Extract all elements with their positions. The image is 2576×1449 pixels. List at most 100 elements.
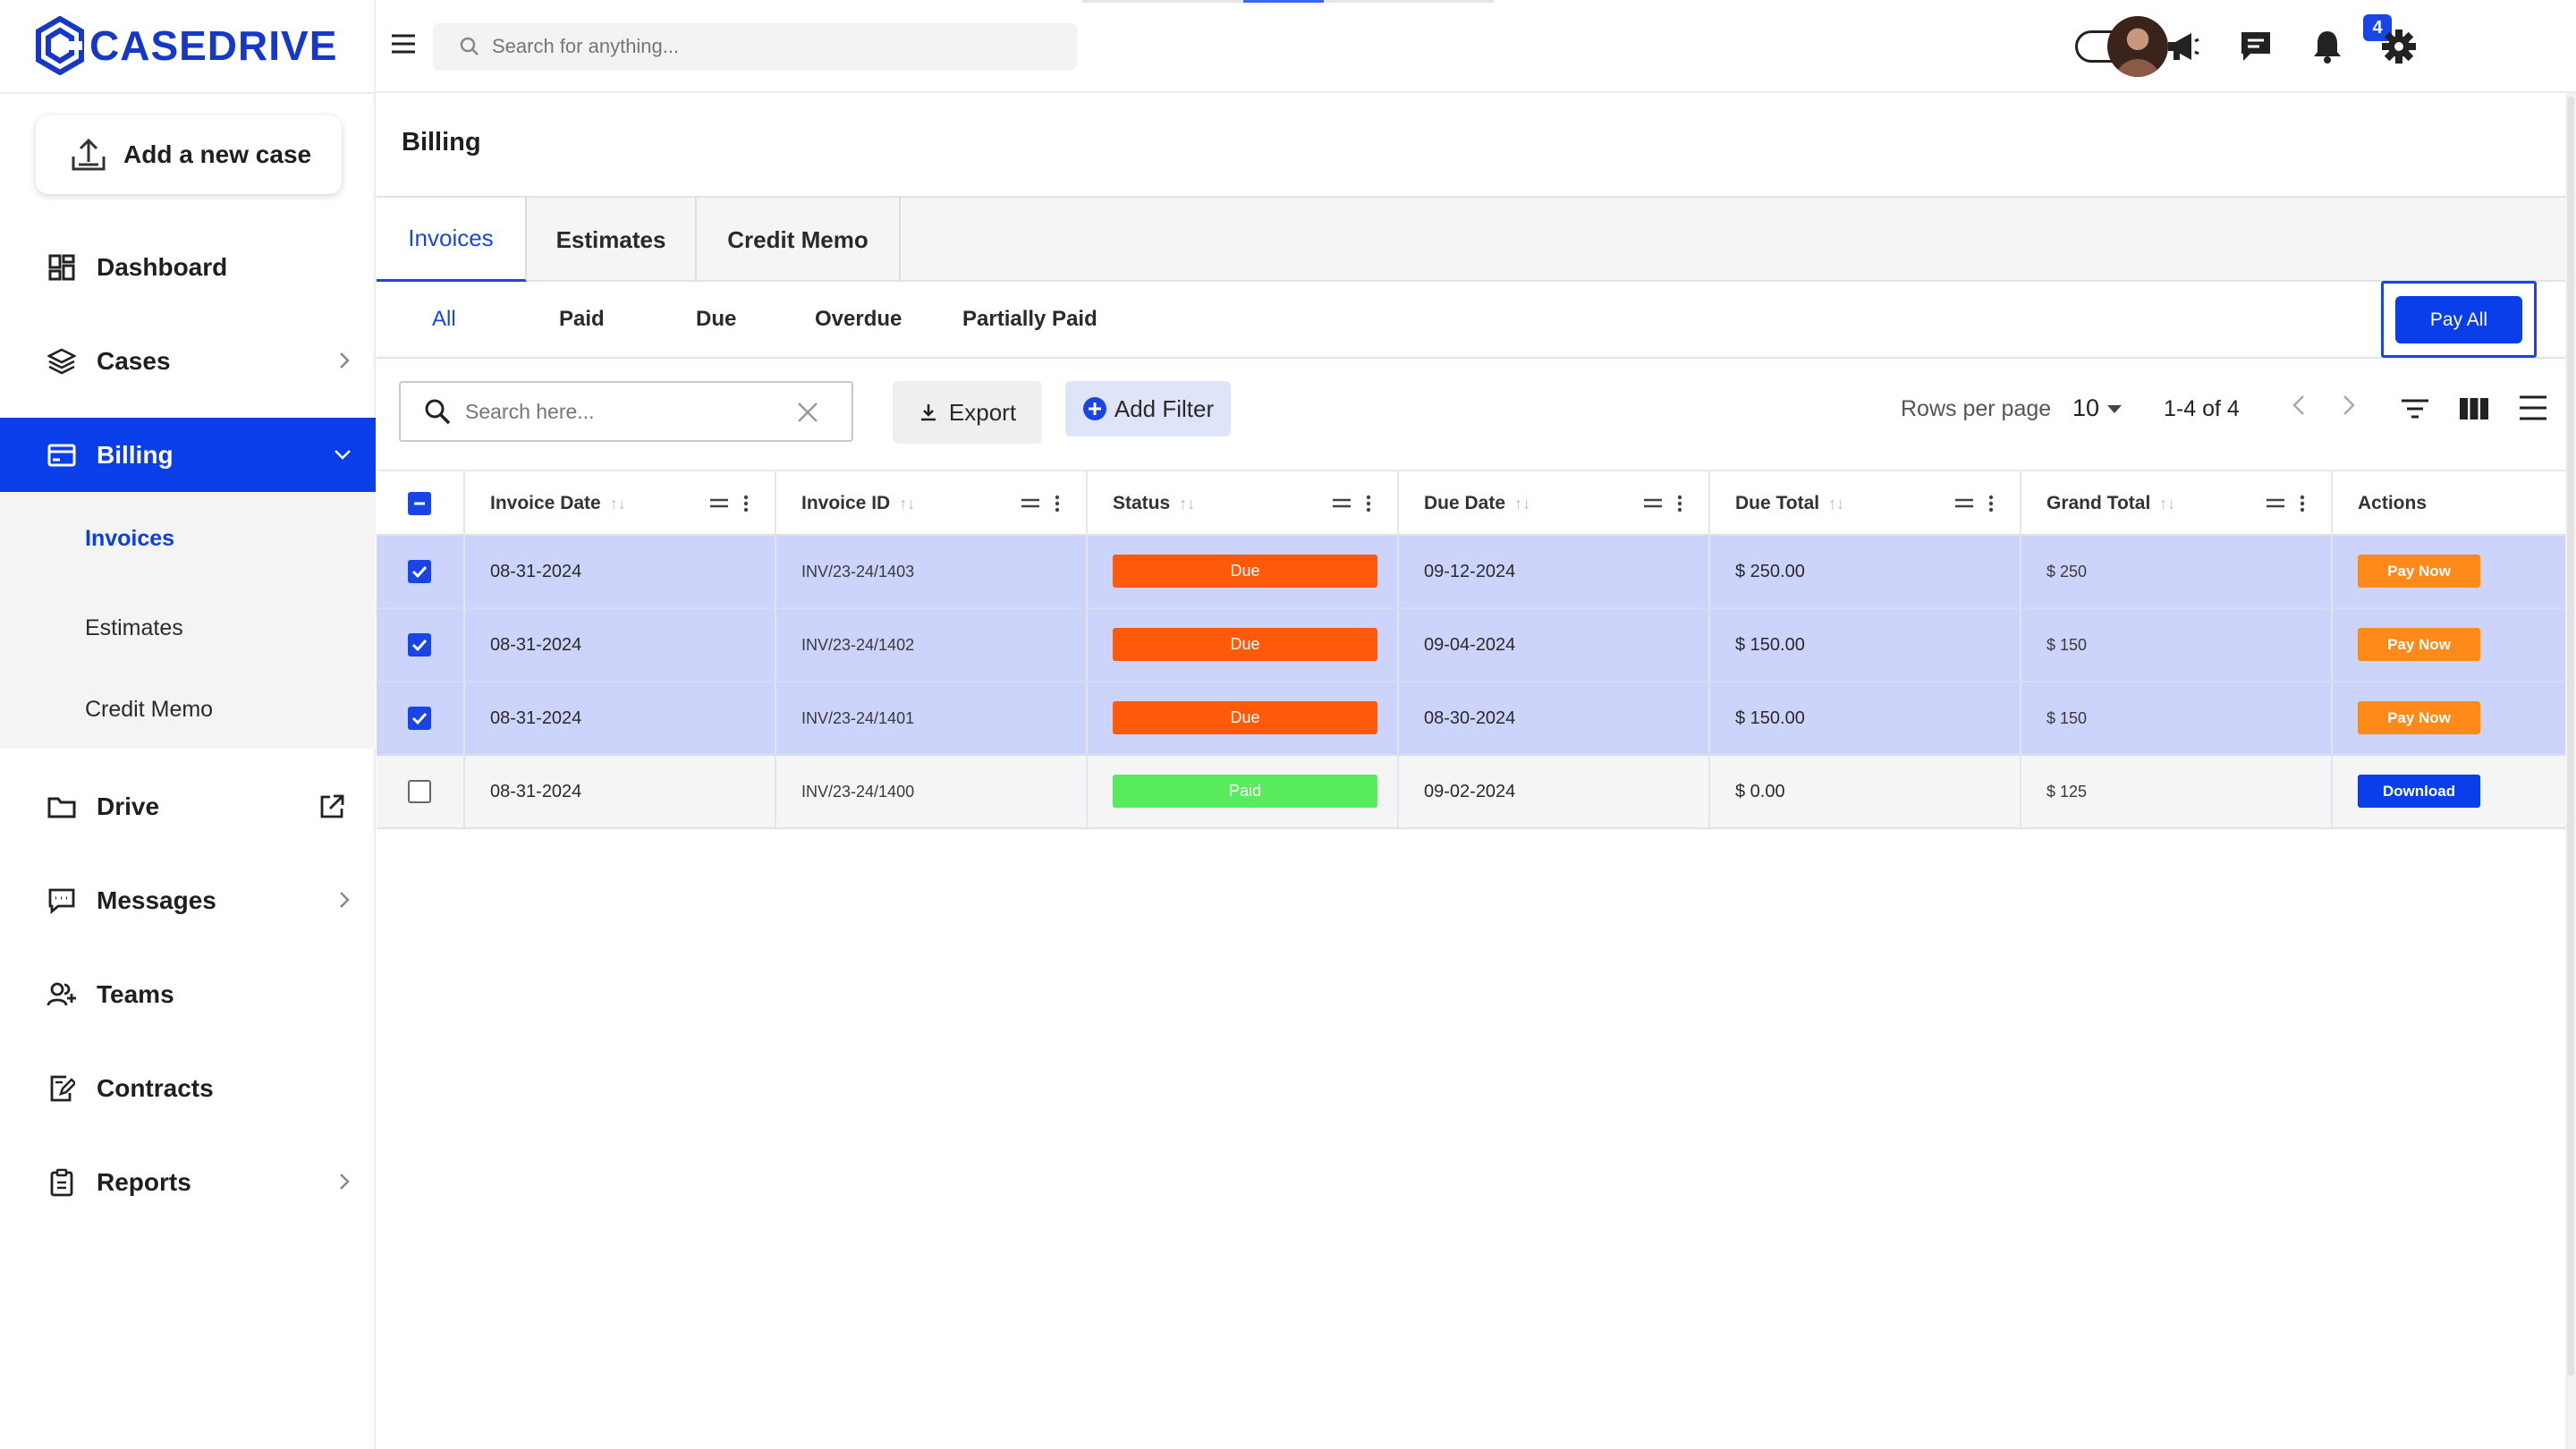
column-header[interactable]: Due Date ↑↓ <box>1397 471 1708 536</box>
density-icon[interactable] <box>2519 394 2547 421</box>
sidebar: CASEDRIVE Add a new case Dashboard Cases… <box>0 0 376 1449</box>
select-all-checkbox[interactable] <box>408 492 431 515</box>
sidebar-divider <box>0 92 376 94</box>
rows-per-page-select[interactable]: 10 <box>2072 394 2099 422</box>
submenu-item-invoices[interactable]: Invoices <box>85 526 174 552</box>
row-checkbox[interactable] <box>408 633 431 657</box>
announcement-icon[interactable] <box>2163 27 2202 66</box>
sidebar-item-billing[interactable]: Billing <box>0 418 376 493</box>
row-checkbox[interactable] <box>408 780 431 803</box>
sort-icon[interactable]: ↑↓ <box>899 495 915 513</box>
hamburger-menu-icon[interactable] <box>390 32 417 55</box>
column-header-label: Invoice Date <box>490 493 601 513</box>
sidebar-item-drive[interactable]: Drive <box>0 769 376 844</box>
filter-paid[interactable]: Paid <box>559 307 605 332</box>
sort-icon[interactable]: ↑↓ <box>1179 495 1195 513</box>
filter-due[interactable]: Due <box>696 307 736 332</box>
table-toolbar: Export Add Filter Rows per page 10 1-4 o… <box>377 359 2566 470</box>
column-header-label: Due Date <box>1424 493 1506 513</box>
chevron-right-icon[interactable] <box>2341 393 2357 418</box>
gear-icon[interactable] <box>2379 27 2419 66</box>
column-header[interactable]: Due Total ↑↓ <box>1708 471 2020 536</box>
clipboard-icon <box>47 1167 77 1198</box>
column-header-label: Due Total <box>1735 493 1820 513</box>
sidebar-item-contracts[interactable]: Contracts <box>0 1051 376 1126</box>
tab-credit-memo[interactable]: Credit Memo <box>697 198 901 282</box>
sidebar-item-label: Contracts <box>97 1074 214 1102</box>
global-search-input[interactable] <box>492 35 1029 58</box>
table-row[interactable]: 08-31-2024 INV/23-24/1403 Due 09-12-2024 $ 2… <box>377 536 2566 609</box>
submenu-item-estimates[interactable]: Estimates <box>85 615 183 641</box>
brand-logo[interactable]: CASEDRIVE <box>36 14 337 77</box>
table-row[interactable]: 08-31-2024 INV/23-24/1401 Due 08-30-2024 $ 1… <box>377 682 2566 756</box>
actions-cell: Pay Now <box>2331 682 2566 754</box>
caret-down-icon[interactable] <box>2107 405 2122 413</box>
export-button[interactable]: Export <box>893 381 1042 444</box>
users-icon <box>47 979 77 1010</box>
sidebar-item-label: Reports <box>97 1168 191 1196</box>
columns-icon[interactable] <box>2459 396 2489 421</box>
tab-estimates[interactable]: Estimates <box>527 198 697 282</box>
sort-icon[interactable]: ↑↓ <box>610 495 626 513</box>
column-menu-icon[interactable] <box>2267 495 2308 513</box>
external-link-icon[interactable] <box>318 793 345 820</box>
billing-tabs: Invoices Estimates Credit Memo <box>377 196 2566 282</box>
close-icon[interactable] <box>796 401 819 424</box>
user-avatar[interactable] <box>2107 16 2168 77</box>
global-search-box[interactable] <box>433 23 1077 70</box>
column-menu-icon[interactable] <box>1644 495 1685 513</box>
invoice-date-cell: 08-31-2024 <box>463 756 775 827</box>
pay-now-button[interactable]: Pay Now <box>2358 701 2480 734</box>
billing-submenu: Invoices Estimates Credit Memo <box>0 492 376 749</box>
notification-bell-icon[interactable] <box>2308 27 2347 66</box>
row-checkbox[interactable] <box>408 560 431 583</box>
column-header[interactable]: Grand Total ↑↓ <box>2020 471 2331 536</box>
column-menu-icon[interactable] <box>1333 495 1374 513</box>
download-button[interactable]: Download <box>2358 775 2480 808</box>
column-header[interactable]: Actions <box>2331 471 2566 536</box>
sidebar-item-reports[interactable]: Reports <box>0 1145 376 1220</box>
filter-icon[interactable] <box>2400 398 2430 419</box>
filter-partially-paid[interactable]: Partially Paid <box>962 307 1097 332</box>
table-search-box[interactable] <box>399 381 853 442</box>
sidebar-item-cases[interactable]: Cases <box>0 324 376 399</box>
page-scrollbar-thumb[interactable] <box>2567 97 2574 1376</box>
pay-now-button[interactable]: Pay Now <box>2358 628 2480 661</box>
add-new-case-button[interactable]: Add a new case <box>36 115 342 194</box>
status-badge: Due <box>1113 555 1377 588</box>
column-header[interactable]: Invoice Date ↑↓ <box>463 471 775 536</box>
export-label: Export <box>948 398 1017 426</box>
sidebar-item-dashboard[interactable]: Dashboard <box>0 230 376 305</box>
column-header[interactable]: Status ↑↓ <box>1086 471 1397 536</box>
column-menu-icon[interactable] <box>1955 495 1996 513</box>
pay-now-button[interactable]: Pay Now <box>2358 555 2480 588</box>
actions-cell: Pay Now <box>2331 609 2566 681</box>
column-menu-icon[interactable] <box>710 495 751 513</box>
grand-total-cell: $ 150 <box>2020 682 2331 754</box>
column-header[interactable]: Invoice ID ↑↓ <box>775 471 1086 536</box>
filter-overdue[interactable]: Overdue <box>815 307 902 332</box>
chevron-left-icon[interactable] <box>2291 393 2307 418</box>
sort-icon[interactable]: ↑↓ <box>1828 495 1844 513</box>
card-icon <box>47 440 77 470</box>
sidebar-item-label: Billing <box>97 441 174 469</box>
due-date-cell: 09-12-2024 <box>1397 536 1708 607</box>
chat-bubble-icon[interactable] <box>2236 27 2275 66</box>
sidebar-item-teams[interactable]: Teams <box>0 957 376 1032</box>
table-row[interactable]: 08-31-2024 INV/23-24/1400 Paid 09-02-2024 $ … <box>377 756 2566 829</box>
sidebar-item-messages[interactable]: Messages <box>0 863 376 938</box>
pay-all-button[interactable]: Pay All <box>2395 296 2522 343</box>
filter-all[interactable]: All <box>432 307 456 332</box>
add-filter-button[interactable]: Add Filter <box>1065 381 1231 436</box>
tab-invoices[interactable]: Invoices <box>377 198 527 282</box>
table-search-input[interactable] <box>465 399 778 424</box>
sidebar-item-label: Messages <box>97 886 216 914</box>
sort-icon[interactable]: ↑↓ <box>2159 495 2175 513</box>
column-menu-icon[interactable] <box>1021 495 1063 513</box>
submenu-item-credit-memo[interactable]: Credit Memo <box>85 697 213 723</box>
sort-icon[interactable]: ↑↓ <box>1514 495 1530 513</box>
due-date-cell: 09-02-2024 <box>1397 756 1708 827</box>
table-row[interactable]: 08-31-2024 INV/23-24/1402 Due 09-04-2024 $ 1… <box>377 609 2566 682</box>
row-checkbox[interactable] <box>408 707 431 730</box>
chevron-right-icon <box>340 1174 350 1190</box>
